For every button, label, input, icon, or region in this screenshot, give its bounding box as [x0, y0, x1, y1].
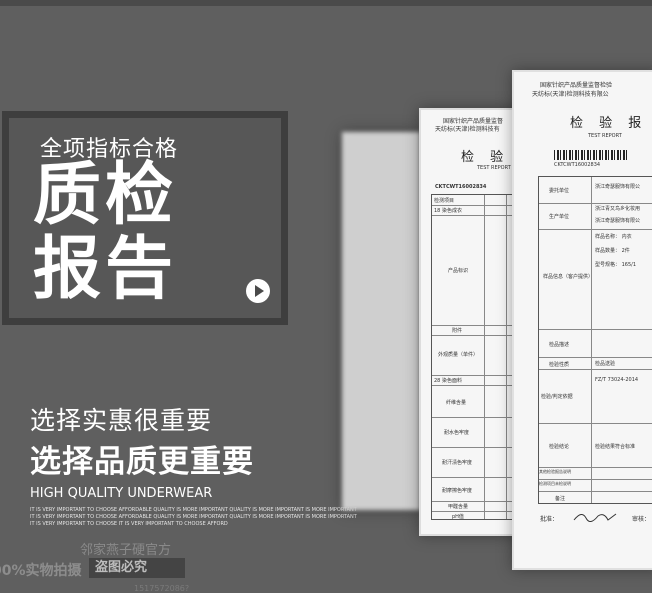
doc-row: 样品信息（客户提供） [543, 274, 594, 280]
doc-report-no: CKTCWT16002834 [435, 184, 487, 190]
slogan-english: HIGH QUALITY UNDERWEAR [30, 486, 213, 501]
doc-row: 产品标识 [448, 268, 469, 274]
doc-row: 检验性质 [549, 362, 570, 368]
doc-value: 检验结果符合标准 [595, 444, 636, 450]
doc-row: 耐摩擦色牢度 [442, 488, 473, 494]
report-page-back [342, 132, 420, 510]
doc-row: pH值 [452, 514, 464, 520]
signature-icon [573, 513, 617, 522]
doc-value: FZ/T 73024-2014 [595, 377, 639, 383]
doc-value: 浙江奇瑟服饰有限公 [595, 218, 641, 224]
barcode-icon [554, 150, 628, 160]
doc-subtitle: TEST REPORT [477, 165, 511, 171]
doc-subtitle: TEST REPORT [588, 133, 622, 139]
approve-label: 批准： [540, 516, 559, 523]
doc-row: 检品描述 [549, 342, 570, 348]
doc-row: 外观质量（单件） [438, 352, 479, 358]
doc-row: 纤维含量 [446, 400, 467, 406]
hero-title-line2: 报告 [33, 230, 178, 309]
doc-row: 备注 [555, 496, 566, 502]
doc-row: 甲醛含量 [448, 504, 469, 510]
doc-org-1: 国家针织产品质量监督检验 [540, 82, 613, 89]
doc-row: 28 染色面料 [434, 378, 462, 384]
slogan-line2: 选择品质更重要 [30, 444, 254, 480]
doc-report-no: CKTCWT16002834 [554, 162, 601, 168]
doc-row: 检验结论 [549, 444, 570, 450]
watermark-real-photo: 00%实物拍摄 [0, 563, 82, 579]
doc-row: 委托单位 [549, 188, 570, 194]
doc-value: 样品名称： 内衣 [595, 234, 632, 240]
doc-row: 生产单位 [549, 214, 570, 220]
doc-table: 委托单位 生产单位 样品信息（客户提供） 检品描述 检验性质 检验/判定依据 检… [538, 176, 652, 504]
fine-print-3: IT IS VERY IMPORTANT TO CHOOSE IT IS VER… [30, 521, 228, 527]
top-bar [0, 0, 652, 6]
watermark-shop: 邻家燕子硬官方 [80, 543, 172, 558]
doc-row: 耐水色牢度 [444, 430, 470, 436]
report-page-front: 国家针织产品质量监督检验 天纺标(天津)检测科技有限公 检 验 报 告 TEST… [512, 70, 652, 570]
doc-row: 耐汗渍色牢度 [442, 460, 473, 466]
doc-row: 检测项目 [434, 198, 455, 204]
doc-row: 附件 [452, 328, 463, 334]
hero-title-line1: 质检 [33, 156, 178, 235]
slogan-line1: 选择实惠很重要 [30, 406, 213, 435]
watermark-number: 1517572086? [134, 584, 190, 593]
play-icon[interactable] [246, 279, 270, 303]
doc-value: 检品送验 [595, 361, 616, 367]
doc-row: 检验/判定依据 [541, 394, 573, 400]
doc-value: 浙江奇瑟服饰有限公 [595, 184, 641, 190]
doc-row: 其他检验报告说明 [539, 469, 571, 474]
doc-value: 样品数量： 2件 [595, 248, 630, 254]
fine-print-2: IT IS VERY IMPORTANT TO CHOOSE AFFORDABL… [30, 514, 357, 520]
review-label: 审核： [632, 516, 651, 523]
watermark-no-steal: 盗图必究 [89, 558, 185, 578]
doc-org-2: 天纺标(天津)检测科技有 [435, 126, 500, 133]
doc-value: 型号规格： 165/1 [595, 262, 636, 268]
doc-value: 浙江青又鸟乡化妆用 [595, 206, 641, 212]
doc-org-2: 天纺标(天津)检测科技有限公 [532, 91, 609, 98]
fine-print-1: IT IS VERY IMPORTANT TO CHOOSE AFFORDABL… [30, 507, 357, 513]
doc-row: 检测项目未检说明 [539, 481, 571, 486]
doc-title: 检 验 报 告 [570, 116, 652, 131]
doc-row: 18 染色成衣 [434, 208, 462, 214]
